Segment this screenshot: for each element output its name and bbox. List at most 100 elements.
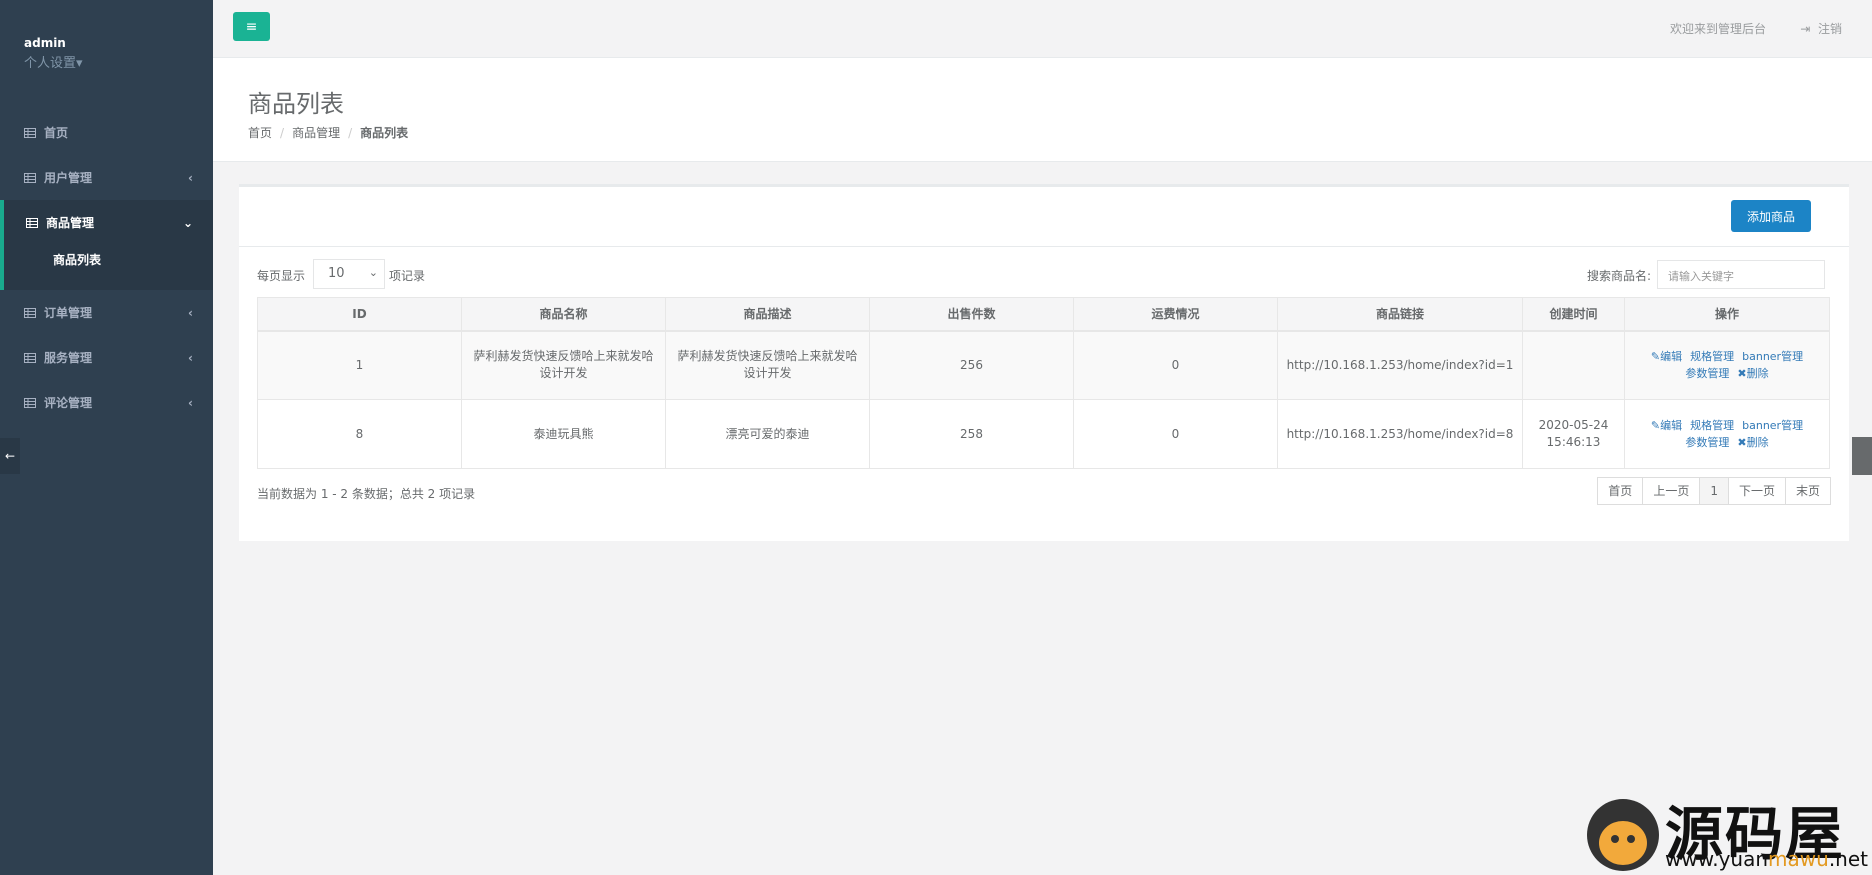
welcome-text: 欢迎来到管理后台 xyxy=(1669,22,1766,36)
chevron-left-icon: ‹ xyxy=(188,170,193,185)
pager-page-1[interactable]: 1 xyxy=(1699,477,1729,505)
created-time: 15:46:13 xyxy=(1546,435,1601,449)
user-name: admin xyxy=(24,36,66,50)
delete-link[interactable]: ✖删除 xyxy=(1737,367,1768,380)
breadcrumb-products[interactable]: 商品管理 xyxy=(292,126,340,140)
page-length-value: 10 xyxy=(328,266,345,281)
close-icon: ✖ xyxy=(1737,367,1747,381)
edit-link[interactable]: ✎编辑 xyxy=(1651,419,1682,432)
sidebar-item-label: 用户管理 xyxy=(44,171,93,185)
sidebar-item-products[interactable]: 商品管理 ⌄ xyxy=(4,200,213,245)
cell-ops: ✎编辑 规格管理 banner管理 参数管理 ✖删除 xyxy=(1624,399,1830,469)
table-row: 1 萨利赫发货快速反馈哈上来就发哈设计开发 萨利赫发货快速反馈哈上来就发哈设计开… xyxy=(257,330,1830,400)
param-link[interactable]: 参数管理 xyxy=(1685,436,1729,449)
cell-name: 泰迪玩具熊 xyxy=(461,399,666,469)
collapse-tab-arrow-left-icon[interactable]: ← xyxy=(0,438,20,474)
table-icon xyxy=(24,352,36,363)
cell-id: 1 xyxy=(257,330,462,400)
breadcrumb: 首页 / 商品管理 / 商品列表 xyxy=(248,126,409,140)
column-header-id[interactable]: ID xyxy=(257,297,462,332)
chevron-left-icon: ‹ xyxy=(188,395,193,410)
add-product-button[interactable]: 添加商品 xyxy=(1731,200,1811,232)
sidebar-item-users[interactable]: 用户管理 ‹ xyxy=(0,155,213,200)
sidebar-item-label: 首页 xyxy=(44,126,69,140)
chevron-left-icon: ‹ xyxy=(188,350,193,365)
banner-link[interactable]: banner管理 xyxy=(1742,350,1803,363)
monkey-icon xyxy=(1587,799,1659,871)
breadcrumb-home[interactable]: 首页 xyxy=(248,126,272,140)
sidebar-group-products: 商品管理 ⌄ 商品列表 xyxy=(0,200,213,290)
close-icon: ✖ xyxy=(1737,436,1747,449)
cell-desc: 萨利赫发货快速反馈哈上来就发哈设计开发 xyxy=(665,330,870,400)
sidebar-item-label: 订单管理 xyxy=(44,306,93,320)
sidebar-item-label: 服务管理 xyxy=(44,351,93,365)
pager-last[interactable]: 末页 xyxy=(1784,477,1831,505)
sidebar-item-label: 评论管理 xyxy=(44,396,93,410)
page-heading: 商品列表 首页 / 商品管理 / 商品列表 xyxy=(213,58,1872,162)
column-header-name[interactable]: 商品名称 xyxy=(461,297,666,332)
column-header-desc[interactable]: 商品描述 xyxy=(665,297,870,332)
sidebar-subitem-product-list[interactable]: 商品列表 xyxy=(4,245,213,290)
cell-desc: 漂亮可爱的泰迪 xyxy=(665,399,870,469)
table-icon xyxy=(26,217,38,228)
chevron-down-icon: ⌄ xyxy=(182,215,193,230)
banner-link[interactable]: banner管理 xyxy=(1742,419,1803,432)
table-controls: 每页显示 10 ⌄ 项记录 搜索商品名: 请输入关键字 xyxy=(239,247,1849,297)
right-collapse-tab[interactable] xyxy=(1852,437,1872,475)
delete-link[interactable]: ✖删除 xyxy=(1737,436,1768,449)
settings-dropdown[interactable]: 个人设置▾ xyxy=(24,52,213,71)
logout-label: 注销 xyxy=(1817,22,1842,36)
menu-toggle-button[interactable]: ≡ xyxy=(233,12,270,41)
search-label: 搜索商品名: xyxy=(1586,269,1651,283)
column-header-ops: 操作 xyxy=(1624,297,1830,332)
cell-sold: 256 xyxy=(869,330,1074,400)
cell-freight: 0 xyxy=(1073,399,1278,469)
search-input[interactable]: 请输入关键字 xyxy=(1657,260,1825,289)
cell-name: 萨利赫发货快速反馈哈上来就发哈设计开发 xyxy=(461,330,666,400)
pager-prev[interactable]: 上一页 xyxy=(1642,477,1701,505)
breadcrumb-current: 商品列表 xyxy=(360,126,409,140)
spec-link[interactable]: 规格管理 xyxy=(1690,350,1734,363)
column-header-created[interactable]: 创建时间 xyxy=(1522,297,1625,332)
table-row: 8 泰迪玩具熊 漂亮可爱的泰迪 258 0 http://10.168.1.25… xyxy=(257,399,1830,469)
table-icon xyxy=(24,127,36,138)
column-header-sold[interactable]: 出售件数 xyxy=(869,297,1074,332)
cell-created: 2020-05-24 15:46:13 xyxy=(1522,399,1625,469)
sidebar: admin 个人设置▾ 首页 用户管理 ‹ 商品管理 ⌄ 商品列表 订单管理 ‹… xyxy=(0,0,213,875)
table-info: 当前数据为 1 - 2 条数据；总共 2 项记录 xyxy=(257,487,476,501)
created-date: 2020-05-24 xyxy=(1538,418,1609,432)
sidebar-item-orders[interactable]: 订单管理 ‹ xyxy=(0,290,213,335)
page-length-label: 每页显示 xyxy=(257,269,306,283)
hamburger-icon: ≡ xyxy=(245,18,258,35)
column-header-link[interactable]: 商品链接 xyxy=(1277,297,1523,332)
page-title: 商品列表 xyxy=(248,90,344,118)
cell-ops: ✎编辑 规格管理 banner管理 参数管理 ✖删除 xyxy=(1624,330,1830,400)
cell-freight: 0 xyxy=(1073,330,1278,400)
pager-next[interactable]: 下一页 xyxy=(1727,477,1786,505)
spec-link[interactable]: 规格管理 xyxy=(1690,419,1734,432)
logout-link[interactable]: ⇥ 注销 xyxy=(1800,20,1842,37)
edit-label: 编辑 xyxy=(1660,350,1683,364)
sign-out-icon: ⇥ xyxy=(1800,22,1811,36)
table-icon xyxy=(24,397,36,408)
sidebar-item-services[interactable]: 服务管理 ‹ xyxy=(0,335,213,380)
delete-label: 删除 xyxy=(1746,367,1769,381)
pager-first[interactable]: 首页 xyxy=(1597,477,1644,505)
column-header-freight[interactable]: 运费情况 xyxy=(1073,297,1278,332)
watermark-logo: 源码屋 www.yuanmawu.net xyxy=(1587,791,1868,871)
cell-sold: 258 xyxy=(869,399,1074,469)
delete-label: 删除 xyxy=(1746,436,1769,449)
sidebar-item-label: 商品管理 xyxy=(46,216,95,230)
chevron-left-icon: ‹ xyxy=(188,305,193,320)
box-header: 添加商品 xyxy=(239,187,1849,247)
sidebar-item-home[interactable]: 首页 xyxy=(0,110,213,155)
param-link[interactable]: 参数管理 xyxy=(1685,367,1729,380)
product-list-box: 添加商品 每页显示 10 ⌄ 项记录 搜索商品名: 请输入关键字 ID 商品名称 … xyxy=(239,184,1849,541)
sidebar-item-comments[interactable]: 评论管理 ‹ xyxy=(0,380,213,425)
cell-link: http://10.168.1.253/home/index?id=1 xyxy=(1277,330,1523,400)
edit-icon: ✎ xyxy=(1650,350,1661,364)
edit-link[interactable]: ✎编辑 xyxy=(1651,350,1682,363)
watermark-url: www.yuanmawu.net xyxy=(1665,847,1869,871)
table-icon xyxy=(24,172,36,183)
page-length-select[interactable]: 10 ⌄ xyxy=(313,259,385,289)
